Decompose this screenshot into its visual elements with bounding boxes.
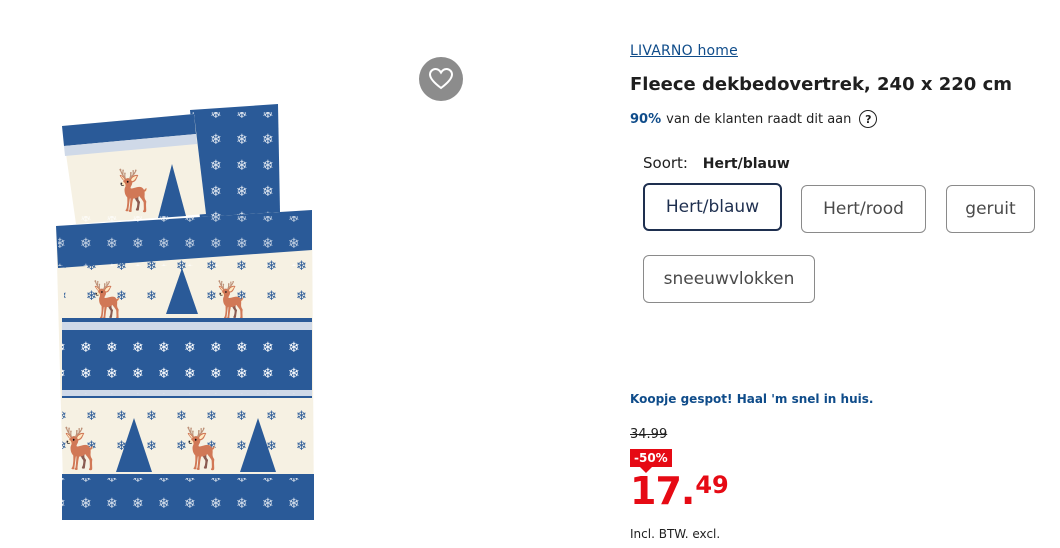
product-info: LIVARNO home Fleece dekbedovertrek, 240 … [630,0,1050,548]
svg-text:🦌: 🦌 [178,425,228,472]
old-price: 34.99 [630,427,668,442]
product-title: Fleece dekbedovertrek, 240 x 220 cm [630,74,1012,95]
recommendation: 90% van de klanten raadt dit aan ? [630,110,878,128]
tax-note: Incl. BTW. excl. [630,527,721,541]
heart-icon [429,68,453,90]
svg-text:🦌: 🦌 [56,425,106,472]
help-icon[interactable]: ? [859,110,878,128]
recommend-text: van de klanten raadt dit aan [666,111,852,127]
product-image: ❄ ❄ 🦌 🦌 🦌 🦌 🦌 [56,104,314,520]
favorite-button[interactable] [419,57,463,101]
discount-badge: -50% [630,449,672,467]
price-decimal: 49 [695,471,729,499]
svg-text:🦌: 🦌 [110,167,160,214]
price-integer: 17. [630,469,695,513]
promo-text: Koopje gespot! Haal 'm snel in huis. [630,392,874,406]
product-gallery: ❄ ❄ 🦌 🦌 🦌 🦌 🦌 [0,0,600,548]
variant-option-hert-blauw[interactable]: Hert/blauw [643,183,782,231]
variant-option-hert-rood[interactable]: Hert/rood [801,185,926,233]
current-price: 17. 49 [630,470,729,512]
variant-label-text: Soort: [643,154,688,172]
variant-label: Soort: Hert/blauw [643,154,790,172]
variant-option-geruit[interactable]: geruit [946,185,1035,233]
recommend-percentage: 90% [630,111,662,127]
variant-selected-value: Hert/blauw [702,156,790,172]
brand-link[interactable]: LIVARNO home [630,43,738,59]
variant-option-sneeuwvlokken[interactable]: sneeuwvlokken [643,255,815,303]
svg-text:🦌: 🦌 [86,279,131,321]
svg-text:🦌: 🦌 [210,279,255,321]
